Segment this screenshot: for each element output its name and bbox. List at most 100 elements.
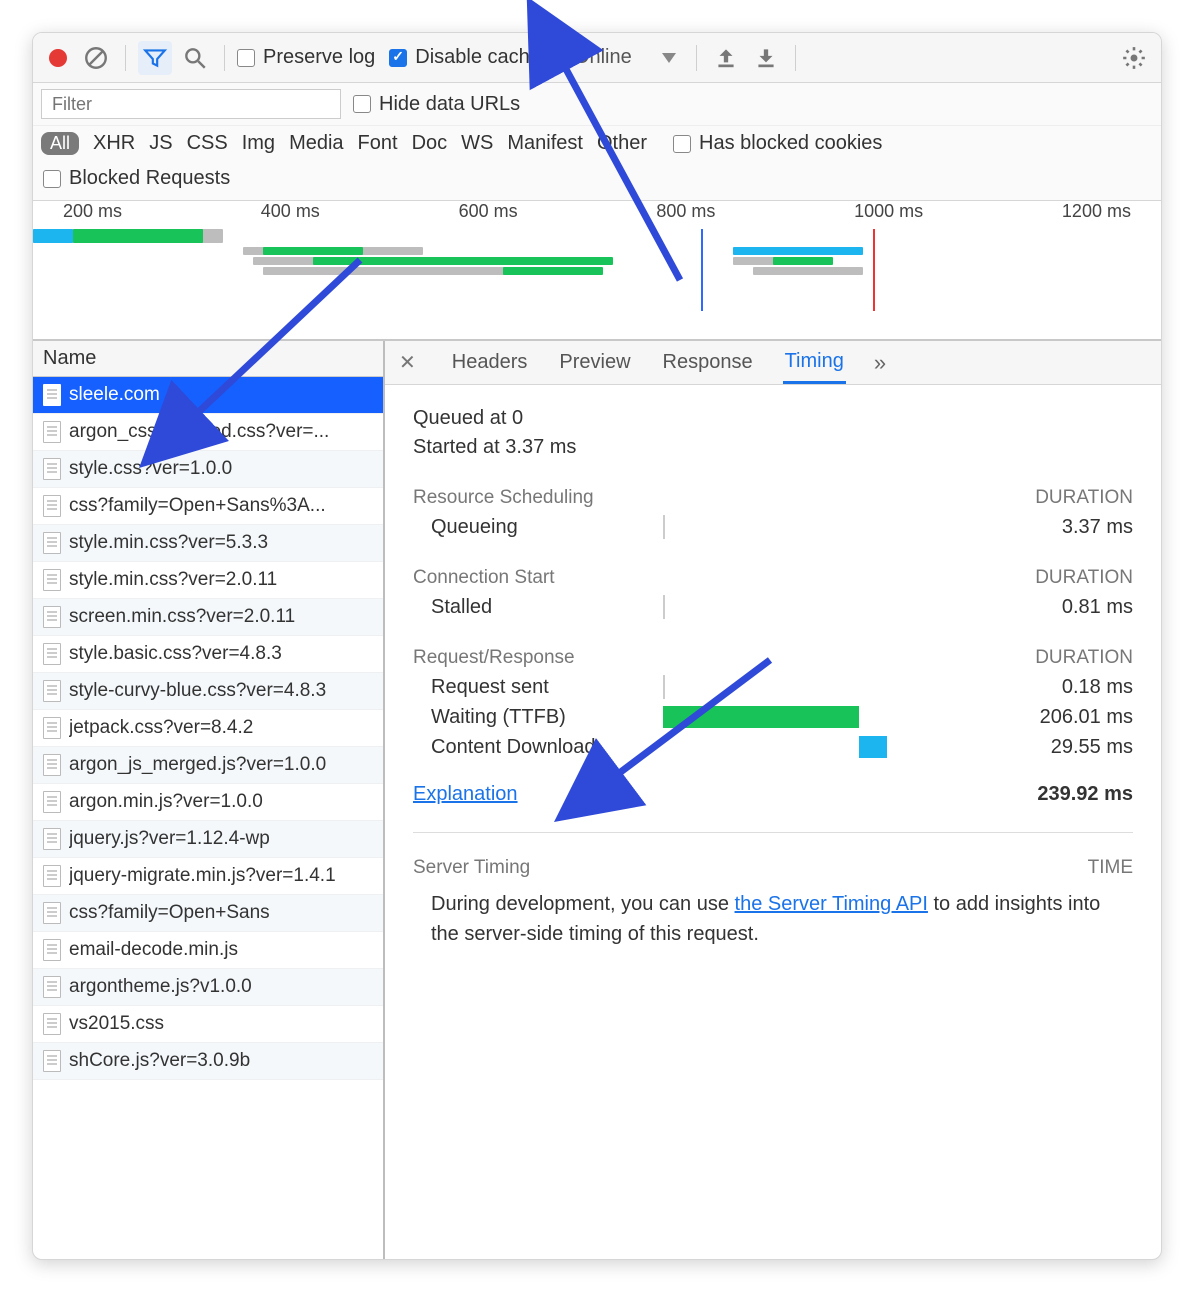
tick-label: 400 ms bbox=[261, 201, 320, 222]
section-title: Connection Start bbox=[413, 567, 555, 589]
tab-headers[interactable]: Headers bbox=[450, 343, 530, 382]
file-icon bbox=[43, 1013, 61, 1035]
request-row[interactable]: jquery-migrate.min.js?ver=1.4.1 bbox=[33, 858, 383, 895]
blocked-requests-checkbox[interactable]: Blocked Requests bbox=[43, 167, 230, 190]
timeline-ticks: 200 ms 400 ms 600 ms 800 ms 1000 ms 1200… bbox=[33, 201, 1161, 222]
started-at: Started at 3.37 ms bbox=[413, 436, 1133, 459]
close-detail-button[interactable]: ✕ bbox=[393, 350, 422, 375]
request-row[interactable]: css?family=Open+Sans%3A... bbox=[33, 488, 383, 525]
server-timing-text: During development, you can use the Serv… bbox=[413, 889, 1133, 949]
file-icon bbox=[43, 421, 61, 443]
preserve-log-checkbox[interactable]: Preserve log bbox=[237, 46, 375, 69]
queued-at: Queued at 0 bbox=[413, 407, 1133, 430]
tab-preview[interactable]: Preview bbox=[557, 343, 632, 382]
request-row[interactable]: email-decode.min.js bbox=[33, 932, 383, 969]
request-detail: ✕ Headers Preview Response Timing » Queu… bbox=[385, 341, 1161, 1259]
filter-type-js[interactable]: JS bbox=[149, 132, 172, 155]
request-row[interactable]: style.basic.css?ver=4.8.3 bbox=[33, 636, 383, 673]
request-row[interactable]: jquery.js?ver=1.12.4-wp bbox=[33, 821, 383, 858]
hide-data-urls-checkbox[interactable]: Hide data URLs bbox=[353, 93, 520, 116]
timing-row-label: Content Download bbox=[413, 736, 663, 759]
duration-header: DURATION bbox=[1035, 487, 1133, 509]
tick-label: 1000 ms bbox=[854, 201, 923, 222]
network-split: Name sleele.comargon_css_merged.css?ver=… bbox=[33, 341, 1161, 1259]
request-row[interactable]: style.css?ver=1.0.0 bbox=[33, 451, 383, 488]
request-name: argon.min.js?ver=1.0.0 bbox=[69, 791, 263, 813]
request-name: vs2015.css bbox=[69, 1013, 164, 1035]
request-row[interactable]: jetpack.css?ver=8.4.2 bbox=[33, 710, 383, 747]
request-row[interactable]: style.min.css?ver=5.3.3 bbox=[33, 525, 383, 562]
timing-total-row: Explanation 239.92 ms bbox=[413, 783, 1133, 833]
separator bbox=[224, 45, 225, 71]
tab-timing[interactable]: Timing bbox=[783, 342, 846, 384]
timing-row-value: 0.81 ms bbox=[1013, 596, 1133, 619]
download-har-button[interactable] bbox=[749, 41, 783, 75]
request-row[interactable]: argon.min.js?ver=1.0.0 bbox=[33, 784, 383, 821]
section-connection-start: Connection Start DURATION Stalled 0.81 m… bbox=[413, 567, 1133, 619]
file-icon bbox=[43, 976, 61, 998]
request-row[interactable]: css?family=Open+Sans bbox=[33, 895, 383, 932]
disable-cache-checkbox[interactable]: Disable cache bbox=[389, 46, 541, 69]
clear-button[interactable] bbox=[79, 41, 113, 75]
filter-type-other[interactable]: Other bbox=[597, 132, 647, 155]
checkbox-icon bbox=[237, 49, 255, 67]
file-icon bbox=[43, 606, 61, 628]
request-row[interactable]: style.min.css?ver=2.0.11 bbox=[33, 562, 383, 599]
separator bbox=[795, 45, 796, 71]
request-rows: sleele.comargon_css_merged.css?ver=...st… bbox=[33, 377, 383, 1259]
timing-row-value: 3.37 ms bbox=[1013, 516, 1133, 539]
filter-type-all[interactable]: All bbox=[41, 132, 79, 155]
timing-total: 239.92 ms bbox=[1037, 783, 1133, 806]
filter-input[interactable] bbox=[41, 89, 341, 119]
filter-type-font[interactable]: Font bbox=[358, 132, 398, 155]
filter-type-ws[interactable]: WS bbox=[461, 132, 493, 155]
timing-row-stalled: Stalled 0.81 ms bbox=[413, 595, 1133, 619]
filter-type-xhr[interactable]: XHR bbox=[93, 132, 135, 155]
request-row[interactable]: shCore.js?ver=3.0.9b bbox=[33, 1043, 383, 1080]
checkbox-icon bbox=[43, 170, 61, 188]
tab-response[interactable]: Response bbox=[661, 343, 755, 382]
timing-row-queueing: Queueing 3.37 ms bbox=[413, 515, 1133, 539]
blocked-requests-label: Blocked Requests bbox=[69, 167, 230, 190]
filter-type-css[interactable]: CSS bbox=[187, 132, 228, 155]
duration-header: DURATION bbox=[1035, 647, 1133, 669]
timing-row-label: Request sent bbox=[413, 676, 663, 699]
file-icon bbox=[43, 717, 61, 739]
record-button[interactable] bbox=[49, 49, 67, 67]
timeline-overview[interactable]: 200 ms 400 ms 600 ms 800 ms 1000 ms 1200… bbox=[33, 201, 1161, 341]
tick-label: 800 ms bbox=[656, 201, 715, 222]
tabs-more-button[interactable]: » bbox=[874, 350, 886, 376]
section-resource-scheduling: Resource Scheduling DURATION Queueing 3.… bbox=[413, 487, 1133, 539]
request-row[interactable]: argontheme.js?v1.0.0 bbox=[33, 969, 383, 1006]
checkbox-icon bbox=[353, 95, 371, 113]
settings-button[interactable] bbox=[1117, 41, 1151, 75]
duration-header: DURATION bbox=[1035, 567, 1133, 589]
throttle-select[interactable]: Online bbox=[566, 46, 684, 69]
timing-row-content-download: Content Download 29.55 ms bbox=[413, 735, 1133, 759]
search-button[interactable] bbox=[178, 41, 212, 75]
filter-type-media[interactable]: Media bbox=[289, 132, 343, 155]
explanation-link[interactable]: Explanation bbox=[413, 783, 518, 806]
request-row[interactable]: style-curvy-blue.css?ver=4.8.3 bbox=[33, 673, 383, 710]
separator bbox=[553, 45, 554, 71]
filter-toggle[interactable] bbox=[138, 41, 172, 75]
server-timing-api-link[interactable]: the Server Timing API bbox=[735, 893, 928, 915]
filter-type-img[interactable]: Img bbox=[242, 132, 275, 155]
upload-har-button[interactable] bbox=[709, 41, 743, 75]
request-row[interactable]: screen.min.css?ver=2.0.11 bbox=[33, 599, 383, 636]
column-header-name[interactable]: Name bbox=[33, 341, 383, 377]
request-row[interactable]: argon_css_merged.css?ver=... bbox=[33, 414, 383, 451]
server-timing-time-header: TIME bbox=[1088, 857, 1133, 879]
clear-icon bbox=[83, 45, 109, 71]
request-name: jetpack.css?ver=8.4.2 bbox=[69, 717, 253, 739]
filter-type-manifest[interactable]: Manifest bbox=[507, 132, 583, 155]
checkbox-icon bbox=[389, 49, 407, 67]
request-row[interactable]: vs2015.css bbox=[33, 1006, 383, 1043]
request-row[interactable]: argon_js_merged.js?ver=1.0.0 bbox=[33, 747, 383, 784]
timing-row-label: Queueing bbox=[413, 516, 663, 539]
has-blocked-cookies-checkbox[interactable]: Has blocked cookies bbox=[673, 132, 882, 155]
file-icon bbox=[43, 458, 61, 480]
filter-type-doc[interactable]: Doc bbox=[412, 132, 448, 155]
request-row[interactable]: sleele.com bbox=[33, 377, 383, 414]
search-icon bbox=[182, 45, 208, 71]
